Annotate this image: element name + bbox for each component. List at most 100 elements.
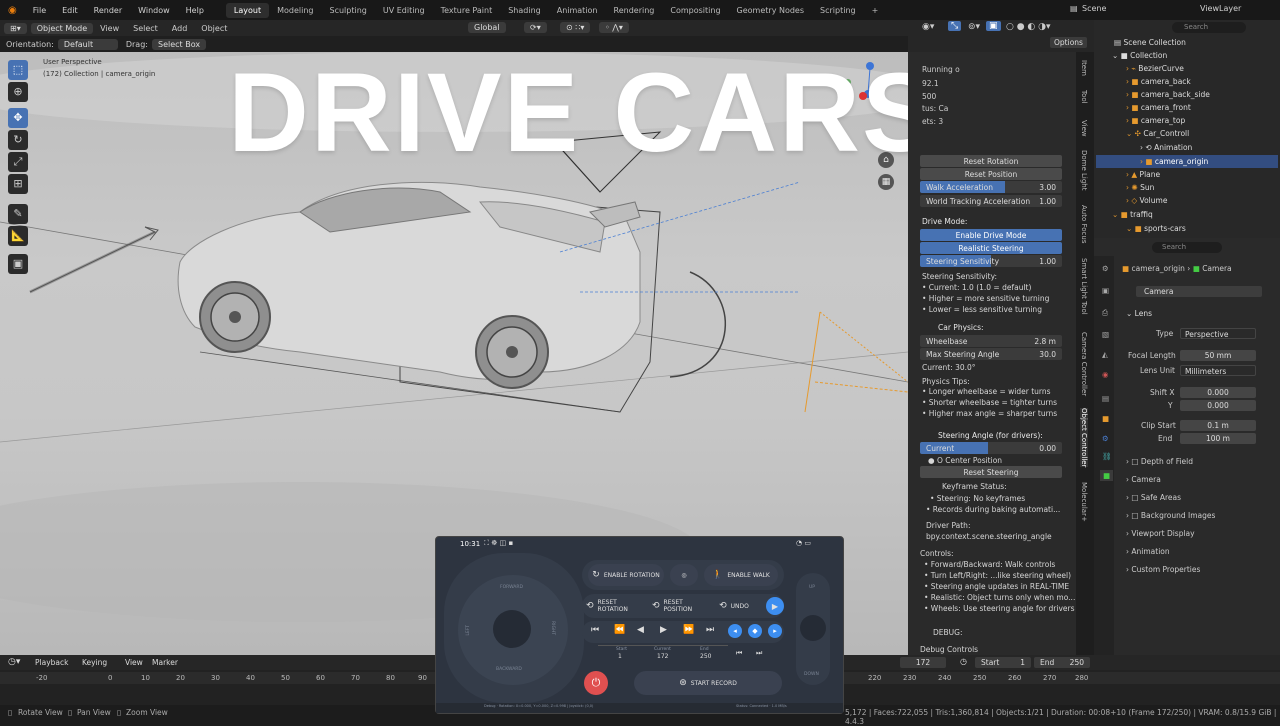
outliner-item-animation[interactable]: › ⟲ Animation xyxy=(1140,143,1192,152)
next-marker-icon[interactable]: ▸ xyxy=(768,624,782,638)
scene-name[interactable]: Scene xyxy=(1082,4,1106,13)
center-position-radio[interactable]: ● O Center Position xyxy=(928,456,1002,465)
skip-forward-icon[interactable]: ⏭ xyxy=(756,649,762,658)
add-workspace-icon[interactable]: + xyxy=(864,3,887,18)
camera-panel[interactable]: › Camera xyxy=(1126,475,1161,484)
current-frame-field[interactable]: 172 xyxy=(900,657,946,668)
focal-length-field[interactable]: 50 mm xyxy=(1180,350,1256,361)
outliner-item-camera-back[interactable]: › ■ camera_back xyxy=(1126,77,1191,86)
shift-x-field[interactable]: 0.000 xyxy=(1180,387,1256,398)
marker-menu[interactable]: Marker xyxy=(152,658,178,667)
skip-back-icon[interactable]: ⏮ xyxy=(736,649,742,658)
depth-of-field-panel[interactable]: › □ Depth of Field xyxy=(1126,457,1193,466)
proportional-icon[interactable]: ◦ ⋀▾ xyxy=(599,22,629,33)
measure-tool-icon[interactable]: 📐 xyxy=(8,226,28,246)
camera-datablock-field[interactable]: Camera xyxy=(1136,286,1262,297)
menu-window[interactable]: Window xyxy=(130,6,178,15)
tab-compositing[interactable]: Compositing xyxy=(662,3,728,18)
tab-rendering[interactable]: Rendering xyxy=(606,3,663,18)
view-menu[interactable]: View xyxy=(93,24,126,33)
tab-view[interactable]: View xyxy=(1080,120,1088,137)
clip-end-field[interactable]: 100 m xyxy=(1180,433,1256,444)
step-back-icon[interactable]: ◀ xyxy=(637,625,644,635)
outliner-item-camera-origin[interactable]: › ■ camera_origin xyxy=(1140,157,1208,166)
editor-type-icon[interactable]: ⊞▾ xyxy=(4,22,27,34)
joystick-knob[interactable] xyxy=(493,610,531,648)
tab-molecular[interactable]: Molecular+ xyxy=(1080,482,1088,522)
power-button[interactable]: ⏻ xyxy=(584,671,608,695)
move-tool-icon[interactable]: ✥ xyxy=(8,108,28,128)
wheelbase-field[interactable]: Wheelbase 2.8 m xyxy=(920,335,1062,347)
camera-data-tab-icon[interactable]: ■ xyxy=(1100,470,1114,481)
tab-uv-editing[interactable]: UV Editing xyxy=(375,3,433,18)
tab-texture-paint[interactable]: Texture Paint xyxy=(433,3,501,18)
tab-tool[interactable]: Tool xyxy=(1080,90,1088,104)
play-icon[interactable]: ▶ xyxy=(660,625,667,635)
enable-drive-mode-button[interactable]: Enable Drive Mode xyxy=(920,229,1062,241)
orientation-select[interactable]: Default xyxy=(57,38,118,50)
rotate-tool-icon[interactable]: ↻ xyxy=(8,130,28,150)
transform-orientation-select[interactable]: Global xyxy=(468,22,506,33)
annotate-tool-icon[interactable]: ✎ xyxy=(8,204,28,224)
tab-item[interactable]: Item xyxy=(1080,60,1088,76)
outliner-item-volume[interactable]: › ◇ Volume xyxy=(1126,196,1167,205)
tab-sculpting[interactable]: Sculpting xyxy=(322,3,375,18)
tab-object-controller[interactable]: Object Controller xyxy=(1080,408,1088,468)
timeline-editor-icon[interactable]: ◷▾ xyxy=(8,657,20,667)
outliner-item-camera-top[interactable]: › ■ camera_top xyxy=(1126,116,1185,125)
cursor-tool-icon[interactable]: ⊕ xyxy=(8,82,28,102)
outliner-item-camera-back-side[interactable]: › ■ camera_back_side xyxy=(1126,90,1210,99)
viewport-display-panel[interactable]: › Viewport Display xyxy=(1126,529,1195,538)
outliner-item-car-controll[interactable]: ⌄ ✣ Car_Controll xyxy=(1126,129,1189,138)
xray-icon[interactable]: ▣ xyxy=(986,21,1001,31)
outliner-item-traffiq[interactable]: ⌄ ■ traffiq xyxy=(1112,210,1153,219)
realistic-steering-button[interactable]: Realistic Steering xyxy=(920,242,1062,254)
outliner-item-camera-front[interactable]: › ■ camera_front xyxy=(1126,103,1191,112)
constraints-tab-icon[interactable]: ⛓ xyxy=(1102,452,1112,461)
scene-collection-item[interactable]: ▤ Scene Collection xyxy=(1114,38,1186,47)
world-tab-icon[interactable]: ◉ xyxy=(1102,370,1109,379)
options-button[interactable]: Options xyxy=(1050,37,1087,48)
reset-steering-button[interactable]: Reset Steering xyxy=(920,466,1062,478)
outliner-item-collection[interactable]: ⌄ ■ Collection xyxy=(1112,51,1167,60)
jump-end-icon[interactable]: ⏭ xyxy=(706,625,714,635)
reset-position-remote-button[interactable]: ⟲ RESET POSITION xyxy=(652,596,712,616)
lens-panel-header[interactable]: ⌄ Lens xyxy=(1126,309,1152,318)
tool-tab-icon[interactable]: ⚙ xyxy=(1102,264,1109,273)
mode-select[interactable]: Object Mode xyxy=(30,22,94,34)
max-steering-angle-field[interactable]: Max Steering Angle 30.0 xyxy=(920,348,1062,360)
outliner-item-sports-cars[interactable]: ⌄ ■ sports-cars xyxy=(1126,224,1186,233)
shading-modes-icon[interactable]: ○ ● ◐ ◑▾ xyxy=(1006,22,1051,32)
camera-record-icon[interactable]: ▶ xyxy=(766,597,784,615)
tab-shading[interactable]: Shading xyxy=(500,3,549,18)
reset-rotation-button[interactable]: Reset Rotation xyxy=(920,155,1062,167)
select-menu[interactable]: Select xyxy=(126,24,165,33)
enable-walk-button[interactable]: 🚶 ENABLE WALK xyxy=(704,564,778,586)
tab-animation[interactable]: Animation xyxy=(549,3,606,18)
reset-rotation-remote-button[interactable]: ⟲ RESET ROTATION xyxy=(586,596,646,616)
modifier-tab-icon[interactable]: ⚙ xyxy=(1102,434,1109,443)
prev-keyframe-icon[interactable]: ⏪ xyxy=(614,625,625,635)
properties-search-input[interactable]: Search xyxy=(1152,242,1222,253)
tab-scripting[interactable]: Scripting xyxy=(812,3,864,18)
add-cube-tool-icon[interactable]: ▣ xyxy=(8,254,28,274)
steering-sensitivity-field[interactable]: Steering Sensitivity 1.00 xyxy=(920,255,1062,267)
view-menu-timeline[interactable]: View xyxy=(125,658,143,667)
outliner-item-plane[interactable]: › ▲ Plane xyxy=(1126,170,1160,179)
custom-properties-panel[interactable]: › Custom Properties xyxy=(1126,565,1200,574)
playback-menu[interactable]: Playback xyxy=(35,658,68,667)
tab-smart-light-tool[interactable]: Smart Light Tool xyxy=(1080,258,1088,315)
transform-tool-icon[interactable]: ⊞ xyxy=(8,174,28,194)
menu-help[interactable]: Help xyxy=(178,6,212,15)
altitude-knob[interactable] xyxy=(800,615,826,641)
tab-camera-controller[interactable]: Camera Controller xyxy=(1080,332,1088,396)
add-menu[interactable]: Add xyxy=(165,24,195,33)
menu-edit[interactable]: Edit xyxy=(54,6,86,15)
object-tab-icon[interactable]: ■ xyxy=(1102,414,1109,423)
object-menu[interactable]: Object xyxy=(194,24,234,33)
frame-slider[interactable] xyxy=(598,645,728,646)
safe-areas-panel[interactable]: › □ Safe Areas xyxy=(1126,493,1181,502)
keying-menu[interactable]: Keying xyxy=(82,658,107,667)
enable-rotation-button[interactable]: ↻ ENABLE ROTATION xyxy=(588,564,664,586)
tab-layout[interactable]: Layout xyxy=(225,2,270,18)
